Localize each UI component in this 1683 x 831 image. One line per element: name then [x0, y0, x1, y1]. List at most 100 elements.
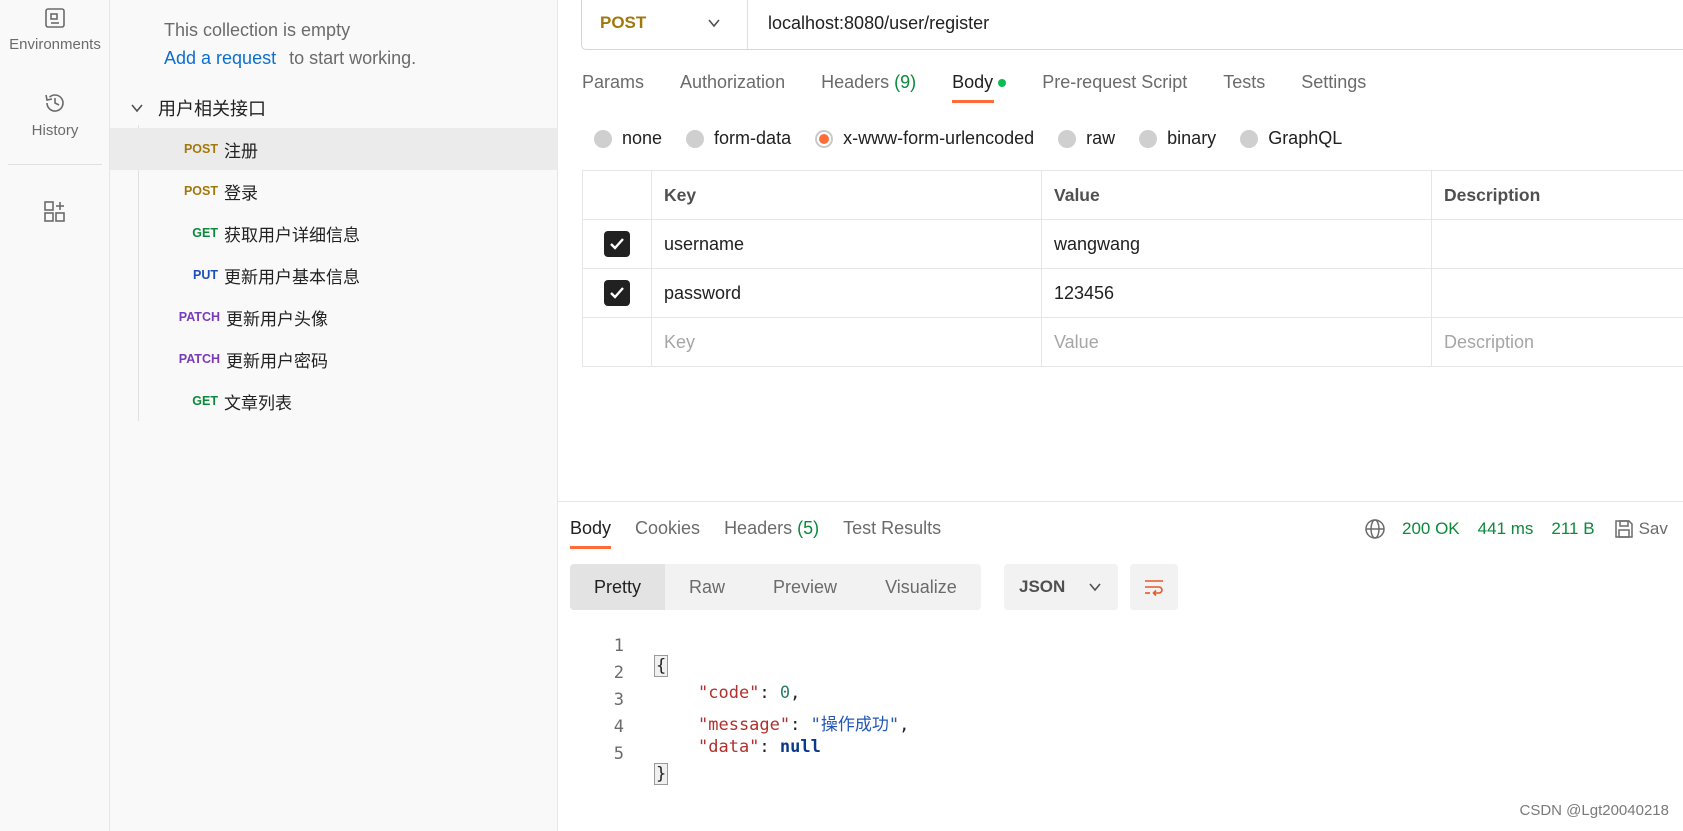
- method-select[interactable]: POST: [582, 0, 748, 49]
- add-request-suffix: to start working.: [289, 48, 417, 68]
- tab-headers-label: Headers: [821, 72, 890, 92]
- url-input[interactable]: localhost:8080/user/register: [748, 13, 989, 34]
- save-response-button[interactable]: Sav: [1639, 519, 1668, 539]
- request-item-user-info[interactable]: GET 获取用户详细信息: [110, 212, 558, 254]
- view-pretty[interactable]: Pretty: [570, 564, 666, 610]
- row-description[interactable]: [1431, 268, 1683, 318]
- request-item-register[interactable]: POST 注册: [110, 128, 558, 170]
- folder-name: 用户相关接口: [158, 99, 266, 119]
- method-select-value: POST: [600, 13, 647, 32]
- request-name: 更新用户密码: [226, 351, 328, 371]
- status-code[interactable]: 200 OK: [1402, 519, 1460, 539]
- add-widget-icon: [44, 201, 65, 222]
- new-description-input[interactable]: Description: [1431, 317, 1683, 367]
- request-tabs: Params Authorization Headers (9) Body Pr…: [582, 72, 1402, 103]
- radio-label: GraphQL: [1268, 128, 1343, 148]
- request-name: 文章列表: [224, 393, 292, 413]
- row-checkbox[interactable]: [604, 280, 630, 306]
- body-params-table: Key Value Description username wangwang …: [582, 170, 1683, 367]
- code-line: 3 "message": "操作成功",: [558, 670, 1158, 735]
- radio-raw[interactable]: raw: [1058, 128, 1115, 149]
- method-badge: PATCH: [178, 310, 220, 324]
- environments-icon: [45, 8, 65, 28]
- response-tabs: Body Cookies Headers (5) Test Results: [570, 518, 965, 549]
- table-row: username wangwang: [582, 219, 1683, 269]
- row-checkbox-cell: [582, 317, 652, 367]
- radio-circle: [686, 129, 705, 148]
- response-tab-test-results[interactable]: Test Results: [843, 518, 941, 549]
- method-badge: POST: [183, 142, 218, 156]
- radio-form-data[interactable]: form-data: [686, 128, 791, 149]
- new-value-input[interactable]: Value: [1041, 317, 1432, 367]
- request-item-login[interactable]: POST 登录: [110, 170, 558, 212]
- method-badge: PATCH: [178, 352, 220, 366]
- table-header-value: Value: [1041, 170, 1432, 220]
- row-value[interactable]: 123456: [1041, 268, 1432, 318]
- radio-binary[interactable]: binary: [1139, 128, 1216, 149]
- body-indicator-dot: [998, 79, 1007, 88]
- response-tab-cookies[interactable]: Cookies: [635, 518, 700, 549]
- radio-none[interactable]: none: [594, 128, 662, 149]
- chevron-down-icon[interactable]: [130, 101, 144, 115]
- radio-urlencoded[interactable]: x-www-form-urlencoded: [815, 128, 1034, 149]
- row-key[interactable]: username: [651, 219, 1042, 269]
- radio-circle-selected: [815, 129, 834, 148]
- row-checkbox-cell: [582, 268, 652, 318]
- line-number: 5: [613, 744, 624, 764]
- body-type-options: none form-data x-www-form-urlencoded raw…: [594, 128, 1366, 149]
- request-item-update-info[interactable]: PUT 更新用户基本信息: [110, 254, 558, 296]
- format-select-value: JSON: [1019, 577, 1066, 596]
- format-select[interactable]: JSON: [1004, 564, 1118, 610]
- row-checkbox-cell: [582, 219, 652, 269]
- row-description[interactable]: [1431, 219, 1683, 269]
- tab-authorization[interactable]: Authorization: [680, 72, 785, 103]
- checkmark-icon: [610, 238, 624, 250]
- radio-label: form-data: [714, 128, 792, 148]
- request-item-update-password[interactable]: PATCH 更新用户密码: [110, 338, 558, 380]
- add-request-link[interactable]: Add a request: [164, 48, 276, 68]
- configure-workbench-nav[interactable]: [0, 198, 110, 230]
- folder-user-api[interactable]: 用户相关接口: [130, 95, 266, 121]
- url-bar: POST localhost:8080/user/register: [581, 0, 1683, 50]
- new-key-input[interactable]: Key: [651, 317, 1042, 367]
- request-item-article-list[interactable]: GET 文章列表: [110, 380, 558, 422]
- table-header-row: Key Value Description: [582, 170, 1683, 220]
- save-icon[interactable]: [1613, 518, 1635, 540]
- rail-divider: [8, 164, 102, 165]
- row-checkbox[interactable]: [604, 231, 630, 257]
- view-preview[interactable]: Preview: [749, 564, 861, 610]
- tab-pre-request-script[interactable]: Pre-request Script: [1042, 72, 1187, 103]
- response-view-switcher: Pretty Raw Preview Visualize: [570, 564, 981, 610]
- tab-settings[interactable]: Settings: [1301, 72, 1366, 103]
- response-panel: Body Cookies Headers (5) Test Results 20…: [558, 501, 1683, 831]
- view-raw[interactable]: Raw: [665, 564, 749, 610]
- response-time[interactable]: 441 ms: [1478, 519, 1534, 539]
- tab-headers[interactable]: Headers (9): [821, 72, 916, 103]
- row-value[interactable]: wangwang: [1041, 219, 1432, 269]
- radio-graphql[interactable]: GraphQL: [1240, 128, 1342, 149]
- response-size[interactable]: 211 B: [1551, 519, 1594, 539]
- radio-circle: [1058, 129, 1077, 148]
- response-tab-headers[interactable]: Headers (5): [724, 518, 819, 549]
- row-key[interactable]: password: [651, 268, 1042, 318]
- table-header-key: Key: [651, 170, 1042, 220]
- environments-nav[interactable]: Environments: [0, 6, 110, 53]
- tab-tests[interactable]: Tests: [1223, 72, 1265, 103]
- radio-label: binary: [1167, 128, 1217, 148]
- request-item-update-avatar[interactable]: PATCH 更新用户头像: [110, 296, 558, 338]
- code-line: 4 "data": null: [558, 697, 1158, 757]
- view-visualize[interactable]: Visualize: [861, 564, 981, 610]
- history-nav[interactable]: History: [0, 90, 110, 139]
- response-headers-count: (5): [797, 518, 820, 538]
- response-tab-body[interactable]: Body: [570, 518, 612, 549]
- tab-params[interactable]: Params: [582, 72, 644, 103]
- tab-body[interactable]: Body: [952, 72, 1007, 103]
- history-label: History: [31, 122, 79, 139]
- wrap-lines-button[interactable]: [1130, 564, 1178, 610]
- globe-icon[interactable]: [1364, 518, 1386, 540]
- request-name: 注册: [224, 141, 258, 161]
- code-line: 5 }: [558, 724, 1158, 785]
- tab-headers-count: (9): [894, 72, 917, 92]
- method-badge: GET: [192, 226, 218, 240]
- tab-body-label: Body: [952, 72, 994, 92]
